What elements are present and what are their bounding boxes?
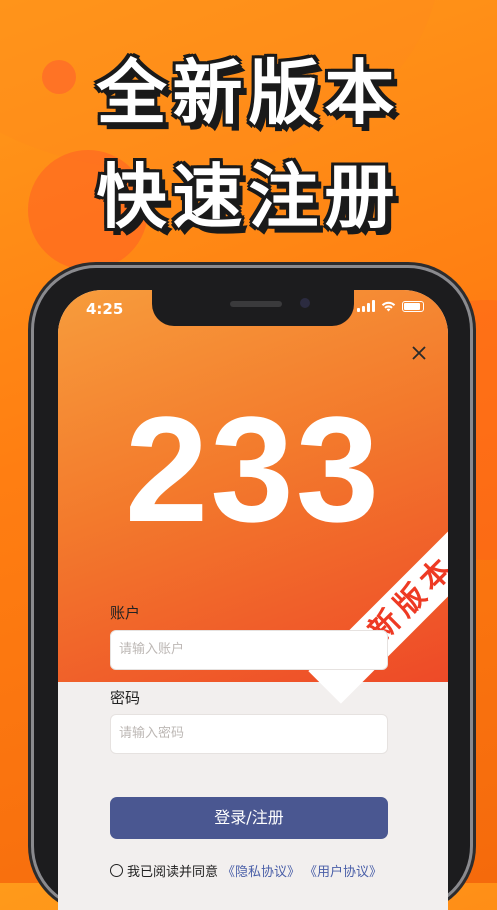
phone-screen: 4:25 233 新版本 账户 请输入账户 密码 请输入密码 登录/注册 我已阅… <box>58 290 448 910</box>
app-logo-number: 233 <box>124 385 382 553</box>
front-camera <box>300 298 310 308</box>
promo-headline-1: 全新版本 <box>96 52 401 134</box>
agreement-row: 我已阅读并同意 《隐私协议》 《用户协议》 <box>110 861 382 880</box>
status-icons <box>357 300 424 312</box>
signal-icon <box>357 300 375 312</box>
agreement-text: 我已阅读并同意 <box>127 865 219 880</box>
phone-frame: 4:25 233 新版本 账户 请输入账户 密码 请输入密码 登录/注册 我已阅… <box>34 268 470 910</box>
close-button[interactable] <box>408 342 430 364</box>
password-label: 密码 <box>110 689 141 707</box>
account-label: 账户 <box>110 604 141 622</box>
password-input[interactable]: 请输入密码 <box>110 714 388 754</box>
speaker-grille <box>230 301 282 307</box>
privacy-policy-link[interactable]: 《隐私协议》 <box>222 861 300 880</box>
login-register-button[interactable]: 登录/注册 <box>110 797 388 839</box>
account-input[interactable]: 请输入账户 <box>110 630 388 670</box>
battery-icon <box>402 300 424 312</box>
close-icon <box>412 346 426 360</box>
promo-headline-2: 快速注册 <box>96 156 401 238</box>
status-time: 4:25 <box>86 300 124 318</box>
user-agreement-link[interactable]: 《用户协议》 <box>304 861 382 880</box>
agree-radio[interactable] <box>110 864 123 877</box>
wifi-icon <box>381 301 396 311</box>
phone-notch <box>152 290 354 326</box>
